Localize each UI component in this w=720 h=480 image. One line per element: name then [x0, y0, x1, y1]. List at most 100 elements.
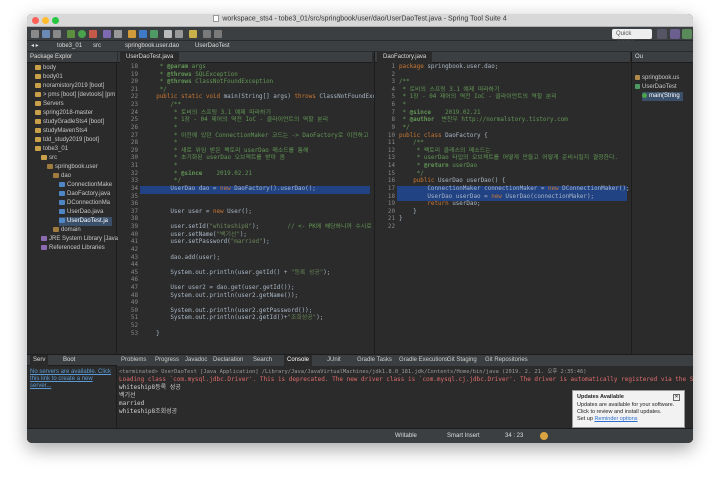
- tree-item[interactable]: Servers: [35, 100, 64, 109]
- tab-problems[interactable]: Problems: [121, 355, 146, 366]
- code-line[interactable]: user.setId("whiteship8"); // <- PK에 해당하니…: [142, 224, 400, 232]
- quick-access-input[interactable]: Quick Access: [612, 29, 652, 45]
- tab-userdaotest[interactable]: UserDaoTest.java: [120, 52, 180, 63]
- tab-console[interactable]: Console: [284, 355, 313, 366]
- new-java-project-icon[interactable]: [128, 30, 136, 38]
- code-line[interactable]: }: [142, 331, 160, 339]
- outline-item-selected[interactable]: main(String: [642, 92, 683, 101]
- terminal-icon[interactable]: [114, 30, 122, 38]
- code-line[interactable]: */: [142, 178, 181, 186]
- code-line[interactable]: * @param args: [142, 64, 206, 72]
- external-tools-icon[interactable]: [103, 30, 111, 38]
- outline-item[interactable]: springbook.us: [635, 74, 679, 83]
- stop-icon[interactable]: [89, 30, 97, 38]
- new-class-icon[interactable]: [150, 30, 158, 38]
- search-icon[interactable]: [175, 30, 183, 38]
- perspective-icon[interactable]: [657, 29, 667, 39]
- back-icon[interactable]: [203, 30, 211, 38]
- forward-icon[interactable]: [214, 30, 222, 38]
- updates-popup[interactable]: Updates Available ✕ Updates are availabl…: [572, 390, 685, 428]
- code-line[interactable]: *: [399, 102, 407, 110]
- tree-item-java-file[interactable]: ConnectionMake: [59, 181, 112, 190]
- tree-item[interactable]: Referenced Libraries: [41, 244, 105, 253]
- code-line[interactable]: * 1장 - 04 제어의 역전 IoC - 클라이언트의 역할 분리: [142, 117, 328, 125]
- tree-item[interactable]: dao: [53, 172, 71, 181]
- code-line[interactable]: System.out.println(user.getId() + "등록 성공…: [142, 270, 330, 278]
- code-line[interactable]: System.out.println(user2.getName());: [142, 293, 298, 301]
- tab-declaration[interactable]: Declaration: [213, 355, 243, 366]
- new-icon[interactable]: [31, 30, 39, 38]
- code-line[interactable]: return userDao;: [399, 201, 480, 209]
- tab-daofactory[interactable]: DaoFactory.java: [377, 52, 433, 63]
- create-server-link[interactable]: No servers are available. Click this lin…: [30, 369, 114, 390]
- tab-git-repositories[interactable]: Git Repositories: [485, 355, 528, 366]
- tab-search[interactable]: Search: [253, 355, 272, 366]
- code-line[interactable]: * userDao 타입의 오브젝트를 어떻게 만들고 어떻게 준비시킬지 결정…: [399, 155, 618, 163]
- code-line[interactable]: UserDao userDao = new UserDao(connection…: [399, 194, 594, 202]
- refresh-icon[interactable]: [540, 432, 548, 440]
- code-line[interactable]: * 이전에 있던 ConnectionMaker 코드는 -> DaoFacto…: [142, 133, 369, 141]
- code-line[interactable]: package springbook.user.dao;: [399, 64, 498, 72]
- tree-item[interactable]: tdd_study2019 [boot]: [35, 136, 99, 145]
- annotation-icon[interactable]: [189, 30, 197, 38]
- close-icon[interactable]: ✕: [673, 394, 680, 401]
- open-type-icon[interactable]: [164, 30, 172, 38]
- code-line[interactable]: * @since 2019.02.21: [142, 171, 252, 179]
- code-line[interactable]: public UserDao userDao() {: [399, 178, 505, 186]
- code-line[interactable]: */: [142, 87, 167, 95]
- tree-item-java-file[interactable]: UserDaoTest.ja: [59, 217, 113, 226]
- tab-junit[interactable]: JUnit: [327, 355, 341, 366]
- code-line[interactable]: * 초기화된 userDao 오브젝트를 받아 옴: [142, 155, 285, 163]
- reminder-options-link[interactable]: Reminder options: [594, 416, 637, 422]
- tree-item[interactable]: body: [35, 64, 56, 73]
- tab-progress[interactable]: Progress: [155, 355, 179, 366]
- code-line[interactable]: * @author 변찬우 http://normalstory.tistory…: [399, 117, 568, 125]
- tree-item[interactable]: body01: [35, 73, 63, 82]
- save-icon[interactable]: [42, 30, 50, 38]
- tree-item[interactable]: domain: [53, 226, 81, 235]
- breadcrumb-file[interactable]: UserDaoTest: [195, 41, 230, 52]
- code-line[interactable]: * @throws SQLException: [142, 72, 238, 80]
- java-perspective-icon[interactable]: [670, 29, 680, 39]
- code-line[interactable]: UserDao dao = new DaoFactory().userDao()…: [142, 186, 315, 194]
- code-line[interactable]: dao.add(user);: [142, 255, 220, 263]
- code-line[interactable]: */: [399, 171, 424, 179]
- outline-item[interactable]: UserDaoTest: [635, 83, 677, 92]
- code-line[interactable]: public class DaoFactory {: [399, 133, 488, 141]
- new-package-icon[interactable]: [139, 30, 147, 38]
- code-line[interactable]: ConnectionMaker connectionMaker = new DC…: [399, 186, 629, 194]
- tree-item[interactable]: spring2018-master: [35, 109, 93, 118]
- tab-gradle-tasks[interactable]: Gradle Tasks: [357, 355, 392, 366]
- tree-item[interactable]: tobe3_01: [35, 145, 68, 154]
- spring-perspective-icon[interactable]: [682, 29, 692, 39]
- code-line[interactable]: System.out.println(user2.getId()+"조회성공")…: [142, 315, 323, 323]
- code-line[interactable]: /**: [399, 79, 410, 87]
- code-line[interactable]: * 1장 - 04 제어의 역전 IoC - 클라이언트의 역할 분리: [399, 94, 557, 102]
- tab-boot-dashboard[interactable]: Boot: [63, 355, 75, 366]
- code-line[interactable]: *: [142, 163, 178, 171]
- code-line[interactable]: }: [399, 209, 417, 217]
- tree-item-java-file[interactable]: DConnectionMa: [59, 199, 110, 208]
- tree-item[interactable]: src: [41, 154, 57, 163]
- code-line[interactable]: /**: [399, 140, 424, 148]
- tab-gradle-executions[interactable]: Gradle Executions: [399, 355, 448, 366]
- tab-git-staging[interactable]: Git Staging: [447, 355, 477, 366]
- save-all-icon[interactable]: [53, 30, 61, 38]
- code-line[interactable]: User user = new User();: [142, 209, 252, 217]
- tree-item[interactable]: noramistory2019 [boot]: [35, 82, 104, 91]
- breadcrumb-project[interactable]: tobe3_01: [57, 41, 82, 52]
- code-line[interactable]: *: [142, 140, 178, 148]
- breadcrumb-src[interactable]: src: [93, 41, 101, 52]
- tree-item[interactable]: > pms [boot] [devtools] [pm: [35, 91, 115, 100]
- code-line[interactable]: user.setName("백기선");: [142, 232, 247, 240]
- tree-item-java-file[interactable]: DaoFactory.java: [59, 190, 110, 199]
- breadcrumb-package[interactable]: springbook.user.dao: [125, 41, 179, 52]
- tree-item[interactable]: studyMavenSts4: [35, 127, 87, 136]
- code-line[interactable]: User user2 = dao.get(user.getId());: [142, 285, 294, 293]
- chevron-left-icon[interactable]: ◂ ▸: [31, 41, 39, 52]
- package-explorer-tab[interactable]: Package Explor: [27, 52, 117, 63]
- run-icon[interactable]: [78, 30, 86, 38]
- code-line[interactable]: public static void main(String[] args) t…: [142, 94, 390, 102]
- tree-item[interactable]: JRE System Library [Java: [41, 235, 118, 244]
- tab-javadoc[interactable]: Javadoc: [185, 355, 207, 366]
